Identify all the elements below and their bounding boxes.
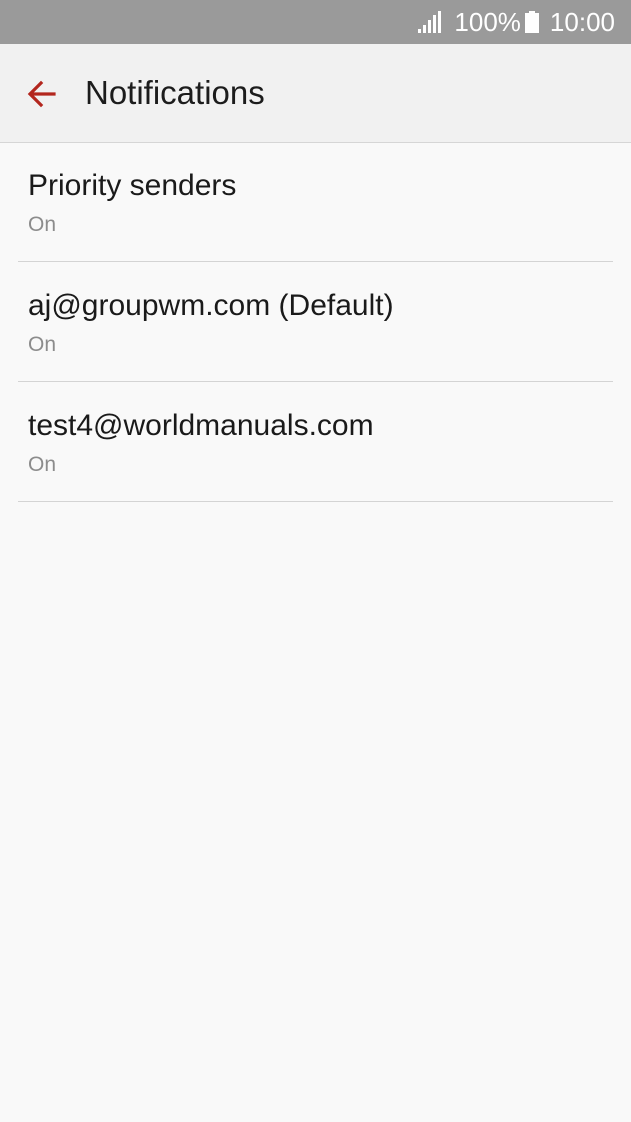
list-item-status: On bbox=[28, 453, 57, 476]
battery-percent: 100% bbox=[454, 6, 521, 37]
arrow-back-icon bbox=[27, 80, 56, 108]
list-item-status: On bbox=[28, 333, 57, 356]
app-bar: Notifications bbox=[0, 44, 631, 143]
status-indicators: 100% 10:00 bbox=[418, 0, 615, 44]
clock-time: 10:00 bbox=[549, 6, 615, 37]
list-item-account-default[interactable]: aj@groupwm.com (Default) On bbox=[18, 262, 613, 382]
status-bar: 100% 10:00 bbox=[0, 0, 631, 44]
list-item-account-test4[interactable]: test4@worldmanuals.com On bbox=[18, 382, 613, 502]
list-item-priority-senders[interactable]: Priority senders On bbox=[18, 142, 613, 262]
list-item-status: On bbox=[28, 213, 57, 236]
battery-icon bbox=[524, 11, 539, 33]
page-title: Notifications bbox=[85, 74, 265, 111]
notification-settings-list: Priority senders On aj@groupwm.com (Defa… bbox=[18, 142, 613, 502]
list-item-title: Priority senders bbox=[28, 169, 237, 202]
back-button[interactable] bbox=[22, 74, 62, 114]
signal-icon bbox=[418, 11, 442, 33]
list-item-title: aj@groupwm.com (Default) bbox=[28, 289, 394, 322]
list-item-title: test4@worldmanuals.com bbox=[28, 409, 374, 442]
